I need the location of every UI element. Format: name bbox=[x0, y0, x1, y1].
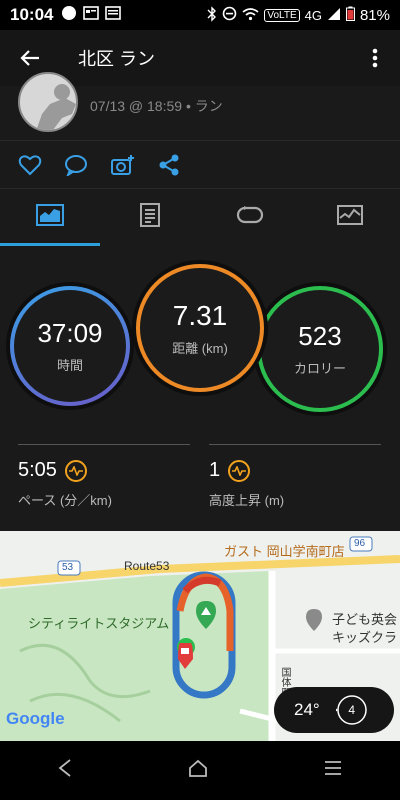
battery-level: 81% bbox=[359, 6, 390, 24]
wind-compass-icon: 4 bbox=[335, 694, 368, 726]
wind-speed: 4 bbox=[348, 703, 356, 717]
overview-chart-icon bbox=[36, 204, 64, 231]
bluetooth-icon bbox=[207, 5, 217, 25]
tab-details[interactable] bbox=[100, 189, 200, 246]
system-nav-bar bbox=[0, 741, 400, 800]
battery-icon bbox=[345, 6, 355, 24]
share-icon[interactable] bbox=[158, 154, 180, 176]
laps-loop-icon bbox=[236, 206, 264, 229]
nav-home-icon[interactable] bbox=[188, 759, 208, 782]
tab-overview[interactable] bbox=[0, 189, 100, 246]
time-label: 時間 bbox=[56, 358, 83, 373]
volte-badge: VoLTE bbox=[264, 8, 300, 22]
time-value: 37:09 bbox=[37, 318, 103, 348]
wifi-icon bbox=[242, 7, 259, 24]
tab-charts[interactable] bbox=[300, 189, 400, 246]
dnd-icon bbox=[222, 6, 237, 24]
charts-graph-icon bbox=[337, 205, 363, 230]
distance-label: 距離 (km) bbox=[172, 340, 228, 356]
activity-meta: 07/13 @ 18:59 • ラン bbox=[90, 98, 223, 114]
pace-stat: 5:05 ペース (分／km) bbox=[18, 444, 190, 509]
map-stadium-label: シティライトスタジアム bbox=[28, 616, 170, 631]
status-time: 10:04 bbox=[10, 5, 54, 24]
app-notification-icon bbox=[83, 5, 100, 26]
signal-icon bbox=[327, 7, 341, 24]
nav-back-icon[interactable] bbox=[58, 759, 72, 782]
comment-icon[interactable] bbox=[64, 154, 88, 176]
app-notification-icon-2 bbox=[105, 5, 122, 26]
google-logo: Google bbox=[6, 709, 65, 729]
map-road-label: Route53 bbox=[124, 559, 170, 573]
social-actions bbox=[0, 140, 400, 188]
nav-recents-icon[interactable] bbox=[324, 760, 342, 781]
divider bbox=[209, 444, 381, 445]
details-document-icon bbox=[140, 203, 160, 232]
pace-label: ペース (分／km) bbox=[18, 493, 112, 508]
pace-pulse-icon[interactable] bbox=[64, 459, 87, 482]
map-poi-school: 子ども英会 bbox=[332, 612, 398, 627]
network-type: 4G bbox=[304, 7, 322, 23]
back-arrow-icon[interactable] bbox=[0, 49, 60, 67]
overflow-menu-icon[interactable] bbox=[350, 48, 400, 68]
temperature: 24° bbox=[294, 700, 320, 719]
divider bbox=[18, 444, 190, 445]
elevation-label: 高度上昇 (m) bbox=[209, 493, 285, 508]
route-map[interactable]: ガスト 岡山学南町店 Route53 53 96 シティライトスタジアム 子ども… bbox=[0, 531, 400, 741]
like-heart-icon[interactable] bbox=[18, 154, 42, 176]
route-96-badge: 96 bbox=[354, 538, 366, 549]
time-ring: 37:09 時間 bbox=[10, 286, 130, 406]
notification-dot-icon bbox=[61, 5, 77, 26]
tab-laps[interactable] bbox=[200, 189, 300, 246]
calories-label: カロリー bbox=[293, 361, 346, 376]
distance-value: 7.31 bbox=[172, 299, 228, 331]
map-poi-school-2: キッズクラ bbox=[332, 630, 398, 645]
elevation-stat: 1 高度上昇 (m) bbox=[209, 444, 381, 509]
elevation-pulse-icon[interactable] bbox=[228, 459, 251, 482]
calories-ring: 523 カロリー bbox=[257, 286, 383, 412]
stats-panel: 37:09 時間 523 カロリー 7.31 距離 (km) 5:05 ペース … bbox=[0, 246, 400, 531]
google-logo-text: Google bbox=[6, 709, 65, 728]
weather-badge[interactable]: 24° 4 bbox=[274, 687, 394, 733]
calories-value: 523 bbox=[298, 321, 342, 351]
pace-value: 5:05 bbox=[18, 459, 57, 481]
add-photo-icon[interactable] bbox=[110, 154, 136, 176]
status-bar: 10:04 VoLTE 4G 81% bbox=[0, 0, 400, 30]
map-poi-restaurant: ガスト 岡山学南町店 bbox=[224, 544, 345, 559]
route-53-badge: 53 bbox=[62, 562, 74, 573]
activity-header: 07/13 @ 18:59 • ラン bbox=[0, 72, 400, 140]
distance-ring: 7.31 距離 (km) bbox=[136, 264, 264, 392]
elevation-value: 1 bbox=[209, 459, 221, 481]
activity-tabs bbox=[0, 188, 400, 246]
avatar[interactable] bbox=[18, 72, 78, 132]
page-title: 北区 ラン bbox=[78, 49, 156, 69]
